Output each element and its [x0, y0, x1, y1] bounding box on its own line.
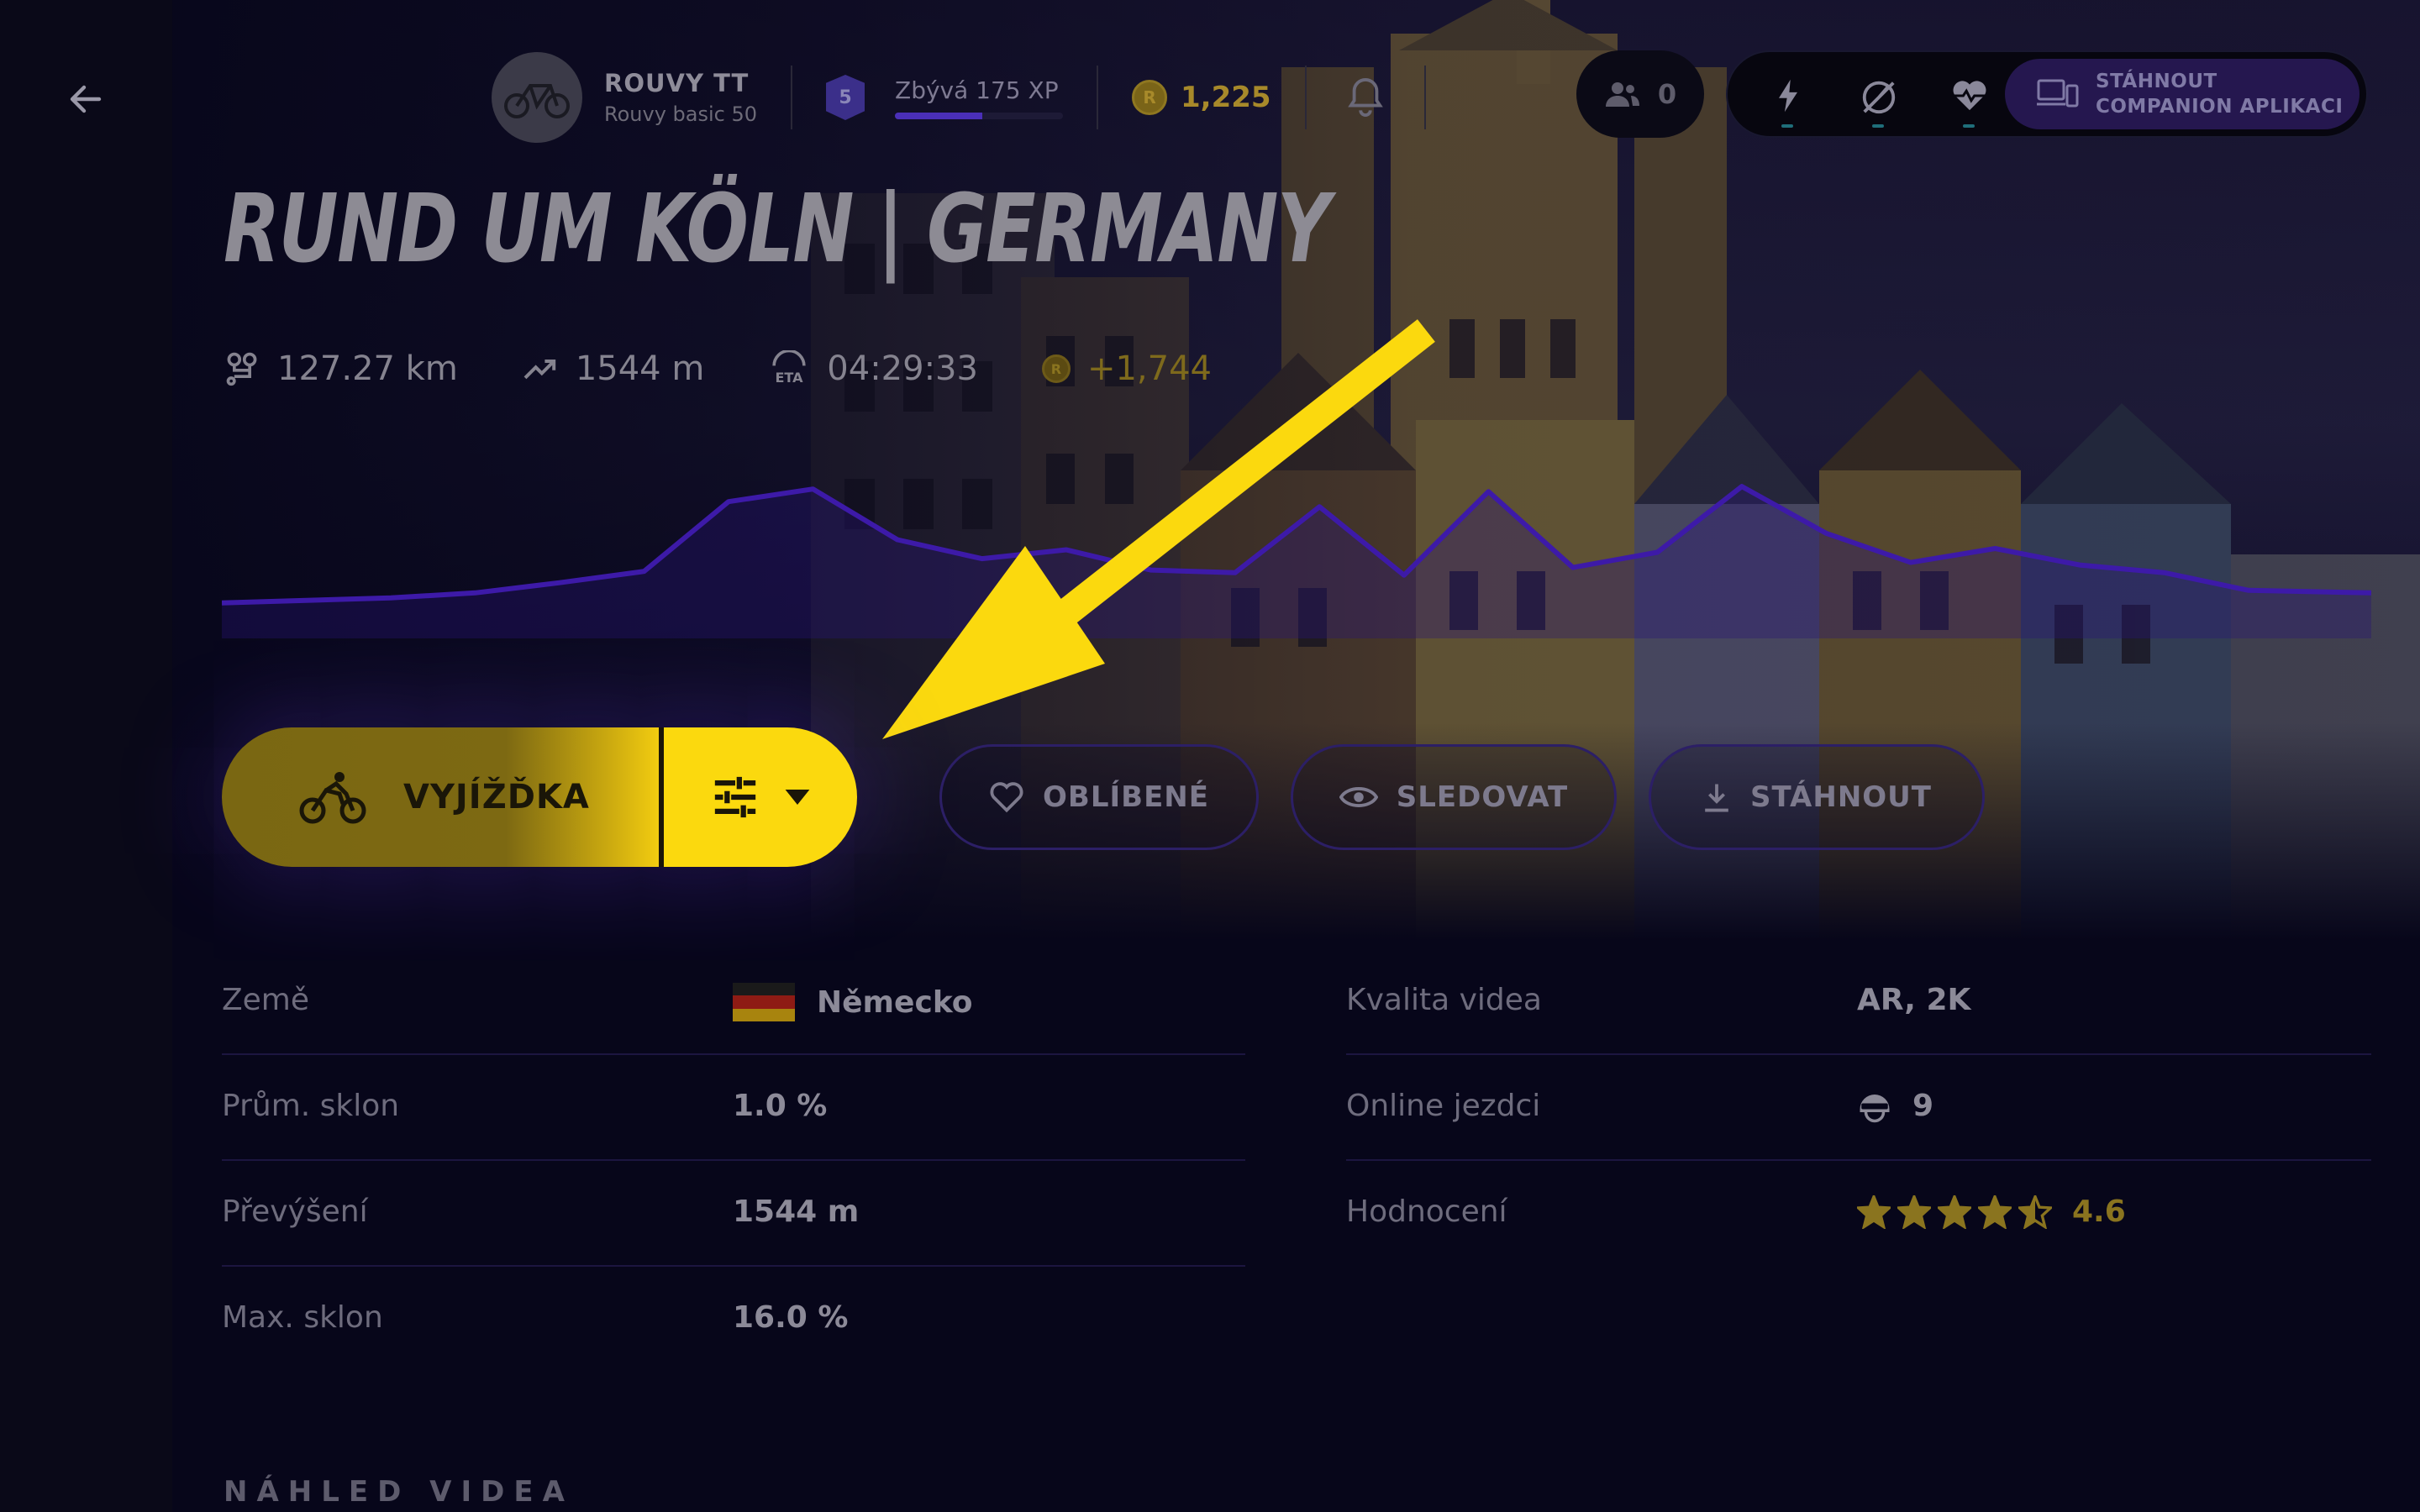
route-title: RUND UM KÖLN | GERMANY: [224, 175, 1330, 284]
bike-model: Rouvy basic 50: [604, 102, 758, 126]
info-value: 1.0 %: [733, 1089, 828, 1123]
speed-sensor-button[interactable]: [1852, 71, 1906, 128]
info-row-rating: Hodnocení 4.6: [1346, 1161, 2371, 1267]
download-label: STÁHNOUT: [1750, 780, 1932, 814]
bicycle-icon: [504, 84, 570, 118]
info-row-max-grade: Max. sklon 16.0 %: [222, 1267, 1245, 1373]
level-badge: 5: [826, 75, 865, 120]
video-preview-heading: NÁHLED VIDEA: [224, 1475, 574, 1509]
info-label: Hodnocení: [1346, 1194, 1507, 1229]
info-table-left: Země Německo Prům. sklon 1.0 % Převýšení…: [222, 949, 1245, 1373]
distance-value: 127.27 km: [277, 349, 458, 388]
cyclist-icon: [299, 772, 366, 824]
rating-stars: [1857, 1194, 2052, 1229]
sliders-icon: [714, 776, 756, 818]
heart-pulse-icon: [1953, 81, 1986, 111]
speedometer-icon: [1862, 81, 1896, 114]
xp-progress: Zbývá 175 XP: [895, 76, 1064, 119]
info-row-avg-grade: Prům. sklon 1.0 %: [222, 1055, 1245, 1161]
ride-label: VYJÍŽĎKA: [403, 778, 590, 816]
download-button[interactable]: STÁHNOUT: [1649, 744, 1985, 850]
info-label: Online jezdci: [1346, 1089, 1541, 1123]
reward-stat: R +1,744: [1041, 349, 1212, 388]
favorite-label: OBLÍBENÉ: [1043, 780, 1209, 814]
bell-icon: [1347, 77, 1383, 117]
germany-flag-icon: [733, 983, 795, 1021]
elevation-profile-chart: [222, 484, 2371, 638]
info-label: Prům. sklon: [222, 1089, 400, 1123]
companion-line-1: STÁHNOUT: [2096, 71, 2217, 92]
watch-label: SLEDOVAT: [1396, 780, 1569, 814]
elevation-stat: 1544 m: [522, 349, 704, 388]
download-icon: [1705, 784, 1728, 812]
online-riders-value: 9: [1857, 1089, 1933, 1123]
top-bar: ROUVY TT Rouvy basic 50 5 Zbývá 175 XP R…: [492, 47, 1460, 148]
notifications-button[interactable]: [1340, 72, 1391, 123]
start-ride-button[interactable]: VYJÍŽĎKA: [222, 727, 659, 867]
eta-value: 04:29:33: [827, 349, 978, 388]
power-sensor-button[interactable]: [1761, 71, 1815, 128]
star-full-icon: [1897, 1194, 1931, 1229]
country-value: Německo: [733, 983, 973, 1021]
watch-button[interactable]: SLEDOVAT: [1291, 744, 1617, 850]
devices-icon: [2037, 79, 2079, 108]
info-label: Převýšení: [222, 1194, 368, 1229]
route-stats: 127.27 km 1544 m ETA 04:29:33 R +1,744: [224, 349, 1276, 388]
star-full-icon: [1978, 1194, 2012, 1229]
svg-text:ETA: ETA: [776, 370, 804, 386]
eta-stat: ETA 04:29:33: [768, 349, 978, 388]
info-label: Kvalita videa: [1346, 983, 1542, 1017]
star-half-icon: [2018, 1194, 2052, 1229]
info-row-online-riders: Online jezdci 9: [1346, 1055, 2371, 1161]
trending-up-icon: [523, 360, 555, 380]
info-table-right: Kvalita videa AR, 2K Online jezdci 9 Hod…: [1346, 949, 2371, 1267]
info-value: Německo: [817, 984, 973, 1020]
info-value: 9: [1912, 1089, 1934, 1123]
rating-number: 4.6: [2072, 1194, 2126, 1229]
friends-online-button[interactable]: 0: [1576, 50, 1704, 138]
elevation-area: [222, 486, 2371, 638]
info-value: 16.0 %: [733, 1300, 849, 1335]
coin-icon: R: [1041, 354, 1071, 383]
heart-icon: [990, 782, 1023, 813]
bike-name: ROUVY TT: [604, 69, 750, 97]
heart-rate-sensor-button[interactable]: [1943, 71, 1996, 128]
info-row-elevation: Převýšení 1544 m: [222, 1161, 1245, 1267]
bike-avatar[interactable]: [492, 52, 582, 143]
route-pins-icon: [226, 352, 257, 386]
helmet-icon: [1860, 1094, 1890, 1122]
info-value: 1544 m: [733, 1194, 860, 1229]
arrow-left-icon: [70, 85, 102, 113]
rating-value: 4.6: [1857, 1194, 2126, 1229]
sensors-bar: STÁHNOUT COMPANION APLIKACI: [1726, 50, 2368, 138]
star-full-icon: [1857, 1194, 1891, 1229]
ride-button-group: VYJÍŽĎKA: [222, 727, 857, 867]
favorite-button[interactable]: OBLÍBENÉ: [939, 744, 1259, 850]
eta-clock-icon: ETA: [772, 350, 806, 386]
ride-settings-dropdown[interactable]: [664, 727, 857, 867]
eye-icon: [1339, 787, 1378, 807]
reward-value: +1,744: [1086, 349, 1212, 388]
star-full-icon: [1938, 1194, 1971, 1229]
coin-balance: 1,225: [1181, 81, 1271, 114]
info-label: Max. sklon: [222, 1300, 383, 1335]
info-label: Země: [222, 983, 310, 1017]
friends-count: 0: [1657, 78, 1677, 110]
xp-bar-fill: [895, 112, 983, 119]
lightning-icon: [1779, 79, 1797, 113]
distance-stat: 127.27 km: [224, 349, 458, 388]
companion-line-2: COMPANION APLIKACI: [2096, 96, 2344, 118]
elevation-value: 1544 m: [575, 349, 705, 388]
users-icon: [1605, 82, 1639, 107]
bike-info[interactable]: ROUVY TT Rouvy basic 50: [604, 69, 757, 126]
xp-text: Zbývá 175 XP: [895, 76, 1059, 104]
coin-icon: R: [1132, 80, 1168, 115]
left-sidebar: [0, 0, 172, 1512]
info-value: AR, 2K: [1857, 983, 1971, 1017]
back-button[interactable]: [60, 74, 111, 124]
info-row-country: Země Německo: [222, 949, 1245, 1055]
caret-down-icon: [785, 790, 810, 805]
download-companion-app-button[interactable]: STÁHNOUT COMPANION APLIKACI: [2005, 59, 2360, 129]
info-row-video-quality: Kvalita videa AR, 2K: [1346, 949, 2371, 1055]
